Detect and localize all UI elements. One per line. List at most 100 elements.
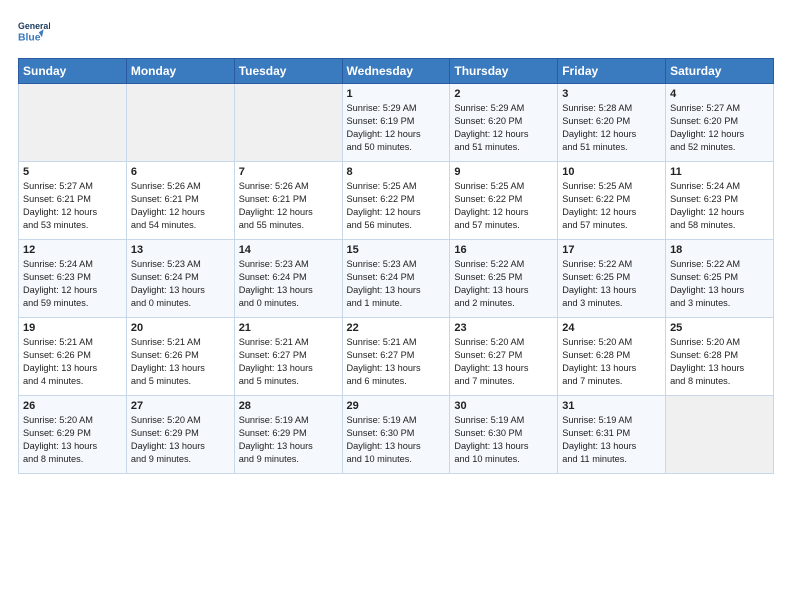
week-row-4: 26 Sunrise: 5:20 AM Sunset: 6:29 PM Dayli… [19,396,774,474]
cell-content: Sunrise: 5:21 AM Sunset: 6:26 PM Dayligh… [131,336,230,388]
calendar-cell: 19 Sunrise: 5:21 AM Sunset: 6:26 PM Dayli… [19,318,127,396]
cell-content: Sunrise: 5:25 AM Sunset: 6:22 PM Dayligh… [562,180,661,232]
day-number: 25 [670,322,769,334]
cell-content: Sunrise: 5:23 AM Sunset: 6:24 PM Dayligh… [347,258,446,310]
day-number: 7 [239,166,338,178]
cell-content: Sunrise: 5:26 AM Sunset: 6:21 PM Dayligh… [239,180,338,232]
calendar-cell: 10 Sunrise: 5:25 AM Sunset: 6:22 PM Dayli… [558,162,666,240]
week-row-1: 5 Sunrise: 5:27 AM Sunset: 6:21 PM Daylig… [19,162,774,240]
day-header-tuesday: Tuesday [234,59,342,84]
calendar-cell: 15 Sunrise: 5:23 AM Sunset: 6:24 PM Dayli… [342,240,450,318]
cell-content: Sunrise: 5:19 AM Sunset: 6:30 PM Dayligh… [454,414,553,466]
logo-icon: GeneralBlue [18,18,50,50]
calendar-cell: 22Sunrise: 5:21 AM Sunset: 6:27 PM Dayli… [342,318,450,396]
calendar-cell: 20Sunrise: 5:21 AM Sunset: 6:26 PM Dayli… [126,318,234,396]
calendar-cell: 21Sunrise: 5:21 AM Sunset: 6:27 PM Dayli… [234,318,342,396]
cell-content: Sunrise: 5:23 AM Sunset: 6:24 PM Dayligh… [239,258,338,310]
calendar-cell: 4 Sunrise: 5:27 AM Sunset: 6:20 PM Daylig… [666,84,774,162]
day-number: 27 [131,400,230,412]
day-number: 8 [347,166,446,178]
cell-content: Sunrise: 5:29 AM Sunset: 6:19 PM Dayligh… [347,102,446,154]
cell-content: Sunrise: 5:20 AM Sunset: 6:28 PM Dayligh… [670,336,769,388]
cell-content: Sunrise: 5:20 AM Sunset: 6:27 PM Dayligh… [454,336,553,388]
cell-content: Sunrise: 5:27 AM Sunset: 6:20 PM Dayligh… [670,102,769,154]
day-number: 4 [670,88,769,100]
day-number: 16 [454,244,553,256]
calendar-cell: 8Sunrise: 5:25 AM Sunset: 6:22 PM Daylig… [342,162,450,240]
cell-content: Sunrise: 5:21 AM Sunset: 6:27 PM Dayligh… [239,336,338,388]
calendar-cell: 14 Sunrise: 5:23 AM Sunset: 6:24 PM Dayli… [234,240,342,318]
cell-content: Sunrise: 5:20 AM Sunset: 6:29 PM Dayligh… [131,414,230,466]
svg-text:General: General [18,21,50,31]
cell-content: Sunrise: 5:25 AM Sunset: 6:22 PM Dayligh… [454,180,553,232]
calendar-cell: 13Sunrise: 5:23 AM Sunset: 6:24 PM Dayli… [126,240,234,318]
cell-content: Sunrise: 5:20 AM Sunset: 6:28 PM Dayligh… [562,336,661,388]
calendar-cell: 28 Sunrise: 5:19 AM Sunset: 6:29 PM Dayli… [234,396,342,474]
cell-content: Sunrise: 5:20 AM Sunset: 6:29 PM Dayligh… [23,414,122,466]
calendar-cell [19,84,127,162]
day-header-wednesday: Wednesday [342,59,450,84]
day-number: 2 [454,88,553,100]
cell-content: Sunrise: 5:19 AM Sunset: 6:29 PM Dayligh… [239,414,338,466]
cell-content: Sunrise: 5:28 AM Sunset: 6:20 PM Dayligh… [562,102,661,154]
day-header-saturday: Saturday [666,59,774,84]
cell-content: Sunrise: 5:19 AM Sunset: 6:31 PM Dayligh… [562,414,661,466]
day-number: 3 [562,88,661,100]
calendar-cell: 6Sunrise: 5:26 AM Sunset: 6:21 PM Daylig… [126,162,234,240]
day-number: 11 [670,166,769,178]
cell-content: Sunrise: 5:24 AM Sunset: 6:23 PM Dayligh… [670,180,769,232]
calendar-cell: 27 Sunrise: 5:20 AM Sunset: 6:29 PM Dayli… [126,396,234,474]
calendar-cell: 24 Sunrise: 5:20 AM Sunset: 6:28 PM Dayli… [558,318,666,396]
day-number: 1 [347,88,446,100]
day-number: 22 [347,322,446,334]
calendar-cell: 29 Sunrise: 5:19 AM Sunset: 6:30 PM Dayli… [342,396,450,474]
day-number: 15 [347,244,446,256]
cell-content: Sunrise: 5:27 AM Sunset: 6:21 PM Dayligh… [23,180,122,232]
calendar-cell: 31 Sunrise: 5:19 AM Sunset: 6:31 PM Dayli… [558,396,666,474]
day-number: 14 [239,244,338,256]
calendar-cell: 7 Sunrise: 5:26 AM Sunset: 6:21 PM Daylig… [234,162,342,240]
day-header-sunday: Sunday [19,59,127,84]
calendar-cell: 3 Sunrise: 5:28 AM Sunset: 6:20 PM Daylig… [558,84,666,162]
day-number: 18 [670,244,769,256]
calendar-cell: 5 Sunrise: 5:27 AM Sunset: 6:21 PM Daylig… [19,162,127,240]
calendar-container: GeneralBlue SundayMondayTuesdayWednesday… [0,0,792,484]
day-number: 28 [239,400,338,412]
cell-content: Sunrise: 5:22 AM Sunset: 6:25 PM Dayligh… [562,258,661,310]
day-number: 31 [562,400,661,412]
cell-content: Sunrise: 5:29 AM Sunset: 6:20 PM Dayligh… [454,102,553,154]
calendar-cell: 26 Sunrise: 5:20 AM Sunset: 6:29 PM Dayli… [19,396,127,474]
day-number: 29 [347,400,446,412]
week-row-3: 19 Sunrise: 5:21 AM Sunset: 6:26 PM Dayli… [19,318,774,396]
calendar-cell: 11 Sunrise: 5:24 AM Sunset: 6:23 PM Dayli… [666,162,774,240]
calendar-cell: 2 Sunrise: 5:29 AM Sunset: 6:20 PM Daylig… [450,84,558,162]
calendar-cell: 30Sunrise: 5:19 AM Sunset: 6:30 PM Dayli… [450,396,558,474]
calendar-cell: 16Sunrise: 5:22 AM Sunset: 6:25 PM Dayli… [450,240,558,318]
calendar-cell: 1 Sunrise: 5:29 AM Sunset: 6:19 PM Daylig… [342,84,450,162]
day-header-friday: Friday [558,59,666,84]
day-number: 13 [131,244,230,256]
cell-content: Sunrise: 5:24 AM Sunset: 6:23 PM Dayligh… [23,258,122,310]
day-number: 23 [454,322,553,334]
calendar-cell [234,84,342,162]
calendar-cell: 23 Sunrise: 5:20 AM Sunset: 6:27 PM Dayli… [450,318,558,396]
days-header-row: SundayMondayTuesdayWednesdayThursdayFrid… [19,59,774,84]
calendar-cell: 12 Sunrise: 5:24 AM Sunset: 6:23 PM Dayli… [19,240,127,318]
day-number: 26 [23,400,122,412]
cell-content: Sunrise: 5:21 AM Sunset: 6:26 PM Dayligh… [23,336,122,388]
cell-content: Sunrise: 5:22 AM Sunset: 6:25 PM Dayligh… [670,258,769,310]
calendar-cell [666,396,774,474]
calendar-cell [126,84,234,162]
calendar-cell: 25 Sunrise: 5:20 AM Sunset: 6:28 PM Dayli… [666,318,774,396]
svg-text:Blue: Blue [18,32,41,43]
calendar-cell: 18 Sunrise: 5:22 AM Sunset: 6:25 PM Dayli… [666,240,774,318]
day-number: 9 [454,166,553,178]
day-number: 12 [23,244,122,256]
day-number: 19 [23,322,122,334]
day-header-thursday: Thursday [450,59,558,84]
day-number: 24 [562,322,661,334]
cell-content: Sunrise: 5:19 AM Sunset: 6:30 PM Dayligh… [347,414,446,466]
header: GeneralBlue [18,18,774,50]
day-number: 5 [23,166,122,178]
day-number: 10 [562,166,661,178]
